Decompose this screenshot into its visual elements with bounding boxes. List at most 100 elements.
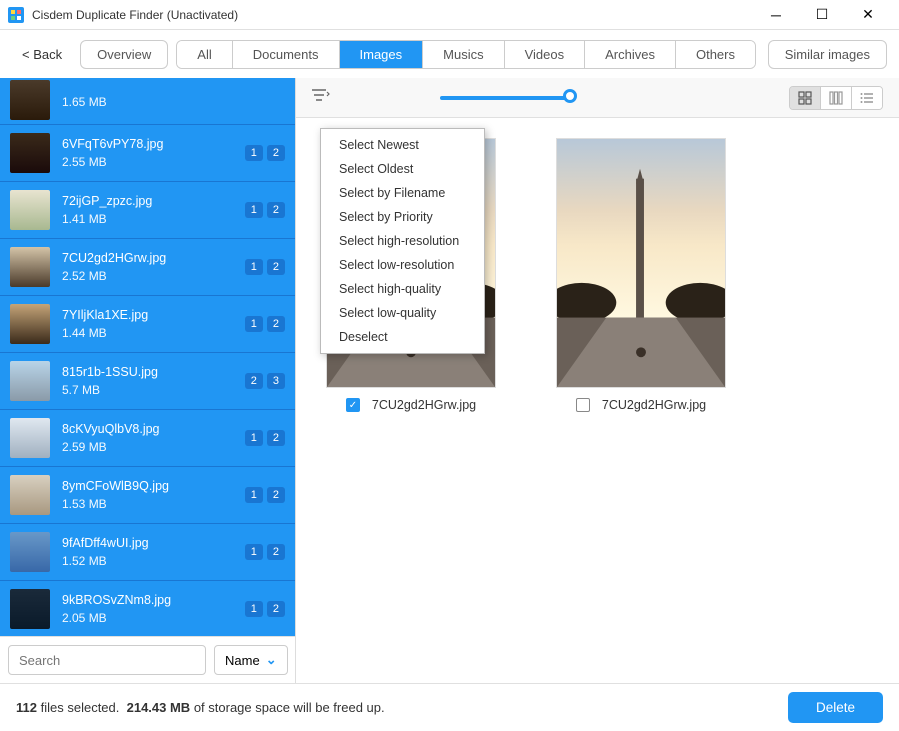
category-tabs: All Documents Images Musics Videos Archi… xyxy=(176,40,756,69)
tab-others[interactable]: Others xyxy=(676,41,755,68)
badge: 1 xyxy=(245,316,263,332)
badge: 2 xyxy=(267,601,285,617)
sort-dropdown[interactable]: Name ⌄ xyxy=(214,645,288,675)
list-item[interactable]: 7YIljKla1XE.jpg 1.44 MB 12 xyxy=(0,296,295,353)
list-item[interactable]: 7CU2gd2HGrw.jpg 2.52 MB 12 xyxy=(0,239,295,296)
list-item[interactable]: 9kBROSvZNm8.jpg 2.05 MB 12 xyxy=(0,581,295,636)
zoom-slider[interactable] xyxy=(440,95,570,101)
thumbnail xyxy=(10,133,50,173)
minimize-button[interactable]: ─ xyxy=(753,0,799,30)
thumbnail xyxy=(10,361,50,401)
menu-select-by-filename[interactable]: Select by Filename xyxy=(321,181,484,205)
preview-filename: 7CU2gd2HGrw.jpg xyxy=(372,398,476,412)
badge: 2 xyxy=(267,487,285,503)
file-name: 8ymCFoWlB9Q.jpg xyxy=(62,479,245,493)
menu-select-low-quality[interactable]: Select low-quality xyxy=(321,301,484,325)
menu-select-high-quality[interactable]: Select high-quality xyxy=(321,277,484,301)
list-item[interactable]: 9fAfDff4wUI.jpg 1.52 MB 12 xyxy=(0,524,295,581)
preview-filename: 7CU2gd2HGrw.jpg xyxy=(602,398,706,412)
context-menu: Select Newest Select Oldest Select by Fi… xyxy=(320,128,485,354)
badge: 1 xyxy=(245,202,263,218)
column-view-button[interactable] xyxy=(821,87,852,109)
thumbnail xyxy=(10,475,50,515)
toolbar: < Back Overview All Documents Images Mus… xyxy=(0,30,899,78)
list-item[interactable]: 6VFqT6vPY78.jpg 2.55 MB 12 xyxy=(0,125,295,182)
tab-documents[interactable]: Documents xyxy=(233,41,340,68)
selected-count: 112 xyxy=(16,700,37,715)
badge: 1 xyxy=(245,601,263,617)
file-name: 7CU2gd2HGrw.jpg xyxy=(62,251,245,265)
thumbnail xyxy=(10,80,50,120)
list-item[interactable]: 8ymCFoWlB9Q.jpg 1.53 MB 12 xyxy=(0,467,295,524)
menu-select-high-resolution[interactable]: Select high-resolution xyxy=(321,229,484,253)
badge: 1 xyxy=(245,544,263,560)
badge: 2 xyxy=(267,202,285,218)
menu-select-oldest[interactable]: Select Oldest xyxy=(321,157,484,181)
overview-button[interactable]: Overview xyxy=(80,40,168,69)
thumbnail xyxy=(10,532,50,572)
badge: 1 xyxy=(245,145,263,161)
file-size: 1.52 MB xyxy=(62,554,245,568)
file-name: 7YIljKla1XE.jpg xyxy=(62,308,245,322)
list-view-button[interactable] xyxy=(852,87,882,109)
delete-button[interactable]: Delete xyxy=(788,692,883,723)
grid-view-button[interactable] xyxy=(790,87,821,109)
tab-all[interactable]: All xyxy=(177,41,232,68)
badge: 2 xyxy=(267,316,285,332)
badge: 2 xyxy=(267,145,285,161)
badge: 1 xyxy=(245,430,263,446)
statusbar: 112 files selected. 214.43 MB of storage… xyxy=(0,683,899,731)
file-size: 1.44 MB xyxy=(62,326,245,340)
badge: 2 xyxy=(267,544,285,560)
checkbox[interactable]: ✓ xyxy=(346,398,360,412)
file-size: 2.05 MB xyxy=(62,611,245,625)
menu-select-newest[interactable]: Select Newest xyxy=(321,133,484,157)
badge: 2 xyxy=(267,430,285,446)
content-toolbar xyxy=(296,78,899,118)
file-list[interactable]: 1.65 MB 6VFqT6vPY78.jpg 2.55 MB 12 72ijG… xyxy=(0,78,295,636)
checkbox[interactable] xyxy=(576,398,590,412)
thumbnail xyxy=(10,418,50,458)
preview-image[interactable] xyxy=(556,138,726,388)
thumbnail xyxy=(10,304,50,344)
file-size: 5.7 MB xyxy=(62,383,245,397)
file-size: 2.52 MB xyxy=(62,269,245,283)
menu-deselect[interactable]: Deselect xyxy=(321,325,484,349)
preview-item: 7CU2gd2HGrw.jpg xyxy=(556,138,726,412)
filter-icon[interactable] xyxy=(312,88,330,107)
search-input[interactable] xyxy=(8,645,206,675)
file-name: 72ijGP_zpzc.jpg xyxy=(62,194,245,208)
file-size: 2.55 MB xyxy=(62,155,245,169)
close-button[interactable]: ✕ xyxy=(845,0,891,30)
maximize-button[interactable]: ☐ xyxy=(799,0,845,30)
back-button[interactable]: < Back xyxy=(12,41,72,68)
list-item[interactable]: 815r1b-1SSU.jpg 5.7 MB 23 xyxy=(0,353,295,410)
menu-select-by-priority[interactable]: Select by Priority xyxy=(321,205,484,229)
list-item[interactable]: 8cKVyuQlbV8.jpg 2.59 MB 12 xyxy=(0,410,295,467)
sort-label: Name xyxy=(225,653,260,668)
file-size: 1.65 MB xyxy=(62,95,285,109)
chevron-down-icon: ⌄ xyxy=(266,652,277,668)
titlebar: Cisdem Duplicate Finder (Unactivated) ─ … xyxy=(0,0,899,30)
menu-select-low-resolution[interactable]: Select low-resolution xyxy=(321,253,484,277)
freed-size: 214.43 MB xyxy=(127,700,191,715)
badge: 2 xyxy=(267,259,285,275)
tab-videos[interactable]: Videos xyxy=(505,41,586,68)
list-item[interactable]: 1.65 MB xyxy=(0,78,295,125)
status-text: 112 files selected. 214.43 MB of storage… xyxy=(16,700,385,715)
tab-archives[interactable]: Archives xyxy=(585,41,676,68)
similar-images-button[interactable]: Similar images xyxy=(768,40,887,69)
file-size: 1.41 MB xyxy=(62,212,245,226)
file-name: 9fAfDff4wUI.jpg xyxy=(62,536,245,550)
badge: 2 xyxy=(245,373,263,389)
file-name: 9kBROSvZNm8.jpg xyxy=(62,593,245,607)
file-size: 2.59 MB xyxy=(62,440,245,454)
view-mode-toggle xyxy=(789,86,883,110)
window-title: Cisdem Duplicate Finder (Unactivated) xyxy=(32,8,753,22)
file-size: 1.53 MB xyxy=(62,497,245,511)
list-item[interactable]: 72ijGP_zpzc.jpg 1.41 MB 12 xyxy=(0,182,295,239)
tab-musics[interactable]: Musics xyxy=(423,41,504,68)
tab-images[interactable]: Images xyxy=(340,41,424,68)
thumbnail xyxy=(10,247,50,287)
badge: 3 xyxy=(267,373,285,389)
